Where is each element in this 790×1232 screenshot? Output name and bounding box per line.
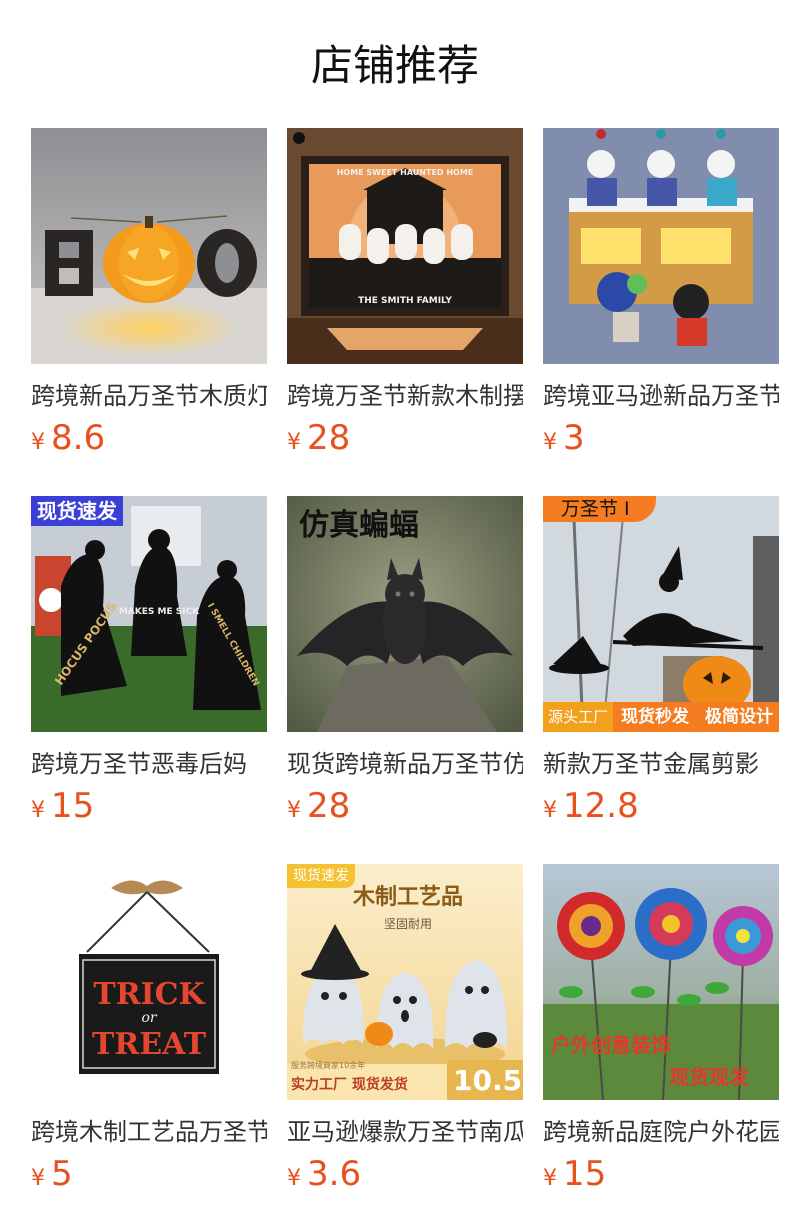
product-image[interactable]: 现货速发 木制工艺品 坚固耐用 服务跨境商家10余年 实力工厂 现货发货 10.…	[287, 864, 523, 1100]
currency-symbol: ¥	[31, 1166, 45, 1191]
price-value: 12.8	[563, 786, 639, 826]
image-caption: 仿真蝙蝠	[299, 508, 419, 543]
product-name[interactable]: 跨境新品庭院户外花园插	[543, 1116, 779, 1148]
badge-source-factory: 源头工厂	[543, 702, 613, 732]
price-value: 5	[51, 1154, 73, 1194]
badge-in-stock: 现货速发	[287, 864, 355, 888]
product-price: ¥15	[543, 1154, 606, 1194]
treat-text: TREAT	[92, 1027, 207, 1062]
product-name[interactable]: 跨境万圣节恶毒后妈	[31, 748, 267, 780]
product-name[interactable]: 跨境亚马逊新品万圣节	[543, 380, 779, 412]
product-name[interactable]: 亚马逊爆款万圣节南瓜	[287, 1116, 523, 1148]
product-name[interactable]: 新款万圣节金属剪影	[543, 748, 779, 780]
product-card[interactable]: 跨境新品万圣节木质灯 ¥8.6	[31, 128, 267, 458]
badge-minimal-design: 极简设计	[705, 707, 773, 727]
currency-symbol: ¥	[31, 430, 45, 455]
product-image[interactable]: 万圣节 I 源头工厂 现货秒发 极简设计	[543, 496, 779, 732]
currency-symbol: ¥	[543, 798, 557, 823]
product-image[interactable]: HOCUS POCUS MAKES ME SICK I SMELL CHILDR…	[31, 496, 267, 732]
image-headline: 木制工艺品	[353, 885, 464, 910]
badge-fast-ship: 现货秒发	[621, 707, 689, 727]
product-price: ¥28	[287, 418, 350, 458]
badge-factory-ship: 实力工厂 现货发货	[291, 1077, 408, 1093]
currency-symbol: ¥	[543, 430, 557, 455]
badge-size: 10.5	[453, 1064, 523, 1097]
or-text: or	[141, 1010, 157, 1026]
frame-bottom-text: THE SMITH FAMILY	[358, 296, 452, 306]
product-image[interactable]: TRICK or TREAT	[31, 864, 267, 1100]
currency-symbol: ¥	[543, 1166, 557, 1191]
product-card[interactable]: 户外创意装饰 现货现发 跨境新品庭院户外花园插 ¥15	[543, 864, 779, 1194]
product-price: ¥3	[543, 418, 585, 458]
currency-symbol: ¥	[287, 1166, 301, 1191]
product-image[interactable]: 户外创意装饰 现货现发	[543, 864, 779, 1100]
product-image[interactable]	[31, 128, 267, 364]
product-name[interactable]: 现货跨境新品万圣节仿真蝙蝠	[287, 748, 523, 780]
frame-top-text: HOME SWEET HAUNTED HOME	[337, 168, 474, 177]
overlay-text-in-stock: 现货现发	[669, 1065, 749, 1089]
product-price: ¥5	[31, 1154, 73, 1194]
makes-me-sick-text: MAKES ME SICK	[119, 607, 200, 617]
product-price: ¥15	[31, 786, 94, 826]
product-name[interactable]: 跨境新品万圣节木质灯	[31, 380, 267, 412]
product-name[interactable]: 跨境木制工艺品万圣节	[31, 1116, 267, 1148]
price-value: 28	[307, 418, 351, 458]
product-card[interactable]: 万圣节 I 源头工厂 现货秒发 极简设计 新款万圣节金属剪影 ¥12.8	[543, 496, 779, 826]
product-image[interactable]: 仿真蝙蝠	[287, 496, 523, 732]
price-value: 8.6	[51, 418, 106, 458]
product-price: ¥28	[287, 786, 350, 826]
price-value: 28	[307, 786, 351, 826]
product-card[interactable]: 跨境亚马逊新品万圣节 ¥3	[543, 128, 779, 458]
product-card[interactable]: HOME SWEET HAUNTED HOME THE SMITH FAMILY…	[287, 128, 523, 458]
badge-service-years: 服务跨境商家10余年	[291, 1061, 366, 1070]
product-name[interactable]: 跨境万圣节新款木制摆件	[287, 380, 523, 412]
badge-in-stock: 现货速发	[31, 496, 123, 526]
product-card[interactable]: 现货速发 木制工艺品 坚固耐用 服务跨境商家10余年 实力工厂 现货发货 10.…	[287, 864, 523, 1194]
price-value: 15	[563, 1154, 607, 1194]
product-price: ¥3.6	[287, 1154, 361, 1194]
badge-halloween: 万圣节 I	[543, 496, 656, 522]
page-title: 店铺推荐	[310, 41, 479, 90]
overlay-text-outdoor-decor: 户外创意装饰	[551, 1033, 671, 1057]
image-subheadline: 坚固耐用	[383, 917, 432, 931]
product-card[interactable]: 仿真蝙蝠 现货跨境新品万圣节仿真蝙蝠 ¥28	[287, 496, 523, 826]
product-card[interactable]: HOCUS POCUS MAKES ME SICK I SMELL CHILDR…	[31, 496, 267, 826]
product-price: ¥8.6	[31, 418, 105, 458]
price-value: 15	[51, 786, 95, 826]
price-value: 3.6	[307, 1154, 362, 1194]
trick-text: TRICK	[93, 977, 205, 1012]
currency-symbol: ¥	[287, 798, 301, 823]
product-price: ¥12.8	[543, 786, 639, 826]
currency-symbol: ¥	[31, 798, 45, 823]
product-card[interactable]: TRICK or TREAT 跨境木制工艺品万圣节 ¥5	[31, 864, 267, 1194]
price-value: 3	[563, 418, 585, 458]
product-image[interactable]: HOME SWEET HAUNTED HOME THE SMITH FAMILY	[287, 128, 523, 364]
currency-symbol: ¥	[287, 430, 301, 455]
product-image[interactable]	[543, 128, 779, 364]
